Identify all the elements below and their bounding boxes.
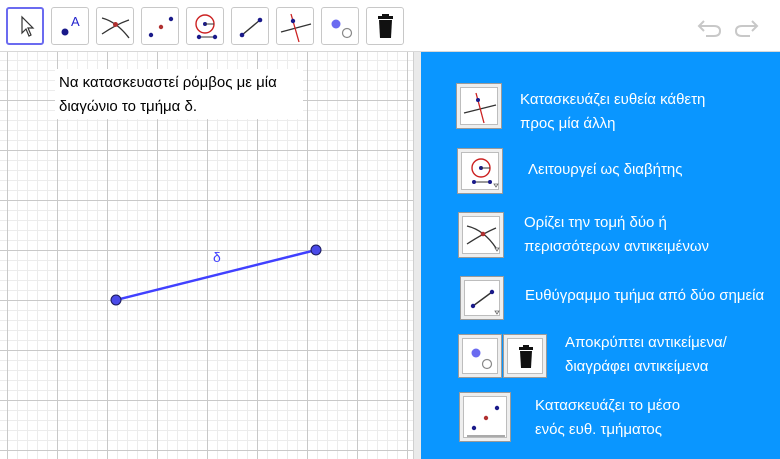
- intersect-text-2: περισσότερων αντικειμένων: [524, 238, 710, 255]
- show-hide-object-tool-button[interactable]: [321, 7, 359, 45]
- delete-tool-button[interactable]: [366, 7, 404, 45]
- intersect-tool-button[interactable]: [96, 7, 134, 45]
- segment-endpoint-start[interactable]: [110, 294, 122, 306]
- segment-label[interactable]: δ: [213, 249, 221, 265]
- intersect-icon: [101, 17, 130, 39]
- point-tool-button[interactable]: A: [51, 7, 89, 45]
- move-tool-button[interactable]: [6, 7, 44, 45]
- perpendicular-line-icon: [456, 83, 502, 129]
- compass-icon: [457, 148, 503, 194]
- perpendicular-line-text-2: προς μία άλλη: [520, 115, 616, 132]
- perpendicular-line-text-1: Κατασκευάζει ευθεία κάθετη: [520, 91, 706, 108]
- intersect-text-1: Ορίζει την τομή δύο ή: [524, 214, 667, 231]
- trash-icon: [503, 334, 547, 378]
- intersect-description: Ορίζει την τομή δύο ή περισσότερων αντικ…: [524, 211, 709, 259]
- show-hide-object-icon: [458, 334, 502, 378]
- panel-divider[interactable]: [413, 52, 421, 459]
- redo-icon[interactable]: [732, 14, 760, 38]
- trash-icon: [378, 14, 393, 38]
- segment-description: Ευθύγραμμο τμήμα από δύο σημεία: [525, 284, 764, 308]
- midpoint-text-2: ενός ευθ. τμήματος: [535, 421, 663, 438]
- midpoint-icon: [459, 392, 511, 442]
- construction-canvas: δ: [110, 244, 322, 306]
- perpendicular-line-description: Κατασκευάζει ευθεία κάθετη προς μία άλλη: [520, 88, 705, 136]
- show-hide-delete-description: Αποκρύπτει αντικείμενα/ διαγράφει αντικε…: [565, 331, 727, 379]
- show-hide-object-icon: [331, 19, 353, 39]
- segment-text-1: Ευθύγραμμο τμήμα από δύο σημεία: [525, 287, 765, 304]
- compass-text-1: Λειτουργεί ως διαβήτης: [528, 161, 683, 178]
- midpoint-tool-button[interactable]: [141, 7, 179, 45]
- help-panel: Κατασκευάζει ευθεία κάθετη προς μία άλλη…: [421, 52, 780, 459]
- compass-icon: [195, 14, 218, 40]
- show-hide-delete-text-2: διαγράφει αντικείμενα: [565, 358, 709, 375]
- midpoint-icon: [148, 16, 174, 38]
- point-icon: A: [61, 14, 80, 36]
- intersect-icon: [458, 212, 504, 258]
- graphics-view[interactable]: Να κατασκευαστεί ρόμβος με μία διαγώνιο …: [0, 52, 413, 459]
- compass-tool-button[interactable]: [186, 7, 224, 45]
- segment-tool-button[interactable]: [231, 7, 269, 45]
- perpendicular-line-tool-button[interactable]: [276, 7, 314, 45]
- point-tool-label: A: [71, 14, 80, 29]
- undo-icon[interactable]: [696, 14, 724, 38]
- midpoint-text-1: Κατασκευάζει το μέσο: [535, 397, 681, 414]
- show-hide-delete-text-1: Αποκρύπτει αντικείμενα/: [565, 334, 727, 351]
- segment-icon: [239, 17, 263, 38]
- perpendicular-line-icon: [280, 13, 312, 43]
- toolbar: A: [0, 0, 780, 52]
- compass-description: Λειτουργεί ως διαβήτης: [528, 158, 682, 182]
- midpoint-description: Κατασκευάζει το μέσο ενός ευθ. τμήματος: [535, 394, 680, 442]
- arrow-cursor-icon: [21, 15, 35, 37]
- segment-icon: [460, 276, 504, 320]
- segment-endpoint-end[interactable]: [310, 244, 322, 256]
